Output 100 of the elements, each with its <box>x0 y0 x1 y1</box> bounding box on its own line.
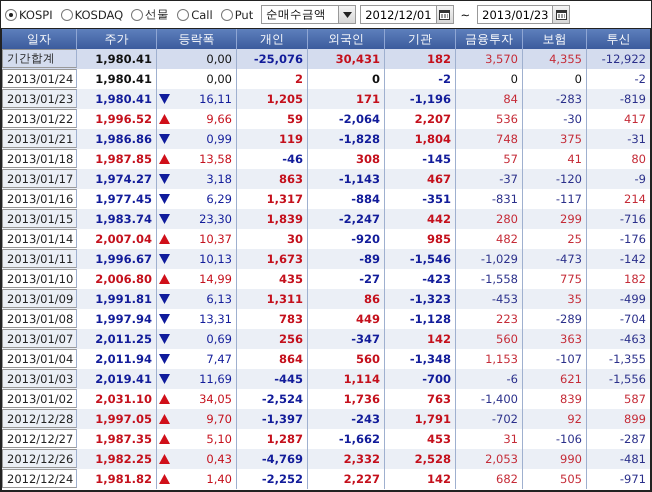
table-cell: 14,99 <box>199 272 232 286</box>
table-cell: 2013/01/08 <box>2 309 77 328</box>
table-cell: 13,31 <box>199 312 232 326</box>
table-cell: 1,986.86 <box>77 129 157 149</box>
table-cell: 1,991.81 <box>77 289 157 309</box>
table-cell: -2,247 <box>308 209 385 229</box>
market-radio[interactable]: Put <box>220 8 254 22</box>
up-triangle-icon <box>159 154 170 164</box>
table-cell: 10,13 <box>199 252 232 266</box>
table-cell-text: -142 <box>618 251 647 268</box>
table-cell: -1,323 <box>385 289 456 309</box>
table-cell: 3,18 <box>206 172 232 186</box>
table-cell: -1,029 <box>456 249 523 269</box>
down-triangle-icon <box>159 94 170 104</box>
date-field[interactable]: 2012/12/01 <box>360 5 454 24</box>
table-cell: 171 <box>308 89 385 109</box>
calendar-icon[interactable] <box>436 6 453 23</box>
table-cell: 1,982.25 <box>77 449 157 469</box>
table-cell: 1,205 <box>237 89 308 109</box>
table-cell-text: -1,556 <box>608 371 647 388</box>
up-triangle-icon <box>159 114 170 124</box>
table-cell: 1,839 <box>237 209 308 229</box>
down-triangle-icon <box>159 334 170 344</box>
down-triangle-icon <box>159 134 170 144</box>
table-cell-text: 214 <box>623 191 647 208</box>
table-cell: 0,00 <box>206 52 232 66</box>
table-cell: 2013/01/09 <box>2 289 77 308</box>
table-cell: -2,252 <box>237 469 308 489</box>
table-cell: 2,011.25 <box>77 329 157 349</box>
table-cell: 142 <box>385 469 456 489</box>
caret-icon <box>342 12 352 18</box>
table-cell: 2013/01/22 <box>2 109 77 128</box>
table-cell: 2,332 <box>308 449 385 469</box>
table-cell: -1,397 <box>237 409 308 429</box>
calendar-icon[interactable] <box>552 6 570 23</box>
table-cell: 6,13 <box>206 292 232 306</box>
market-radio[interactable]: 선물 <box>131 7 170 22</box>
table-cell: 10,37 <box>199 232 232 246</box>
column-header[interactable]: 일자 <box>2 29 77 49</box>
table-cell-text: -1,355 <box>608 351 647 368</box>
table-cell: 142 <box>385 329 456 349</box>
down-triangle-icon <box>159 174 170 184</box>
table-cell: 863 <box>237 169 308 189</box>
table-cell-text: -481 <box>618 451 647 468</box>
table-cell: 2,053 <box>456 449 523 469</box>
market-radio[interactable]: KOSPI <box>5 8 53 22</box>
table-cell: 748 <box>456 129 523 149</box>
date-field[interactable]: 2013/01/23 <box>477 5 570 24</box>
table-cell: 1,974.27 <box>77 169 157 189</box>
table-cell: 1,804 <box>385 129 456 149</box>
table-cell-text: -971 <box>618 471 647 488</box>
table-cell: 6,29 <box>206 192 232 206</box>
table-cell-text: 417 <box>623 111 647 128</box>
range-separator: ~ <box>460 8 472 22</box>
table-cell: -89 <box>308 249 385 269</box>
table-cell-text: -176 <box>618 231 647 248</box>
table-cell: -120 <box>523 169 587 189</box>
table-cell: 2013/01/03 <box>2 369 77 388</box>
table-cell: 1,311 <box>237 289 308 309</box>
table-cell: 2013/01/04 <box>2 349 77 368</box>
table-cell: 1,980.41 <box>77 89 157 109</box>
table-cell: 2013/01/02 <box>2 389 77 408</box>
table-cell: -283 <box>523 89 587 109</box>
table-cell: 2,227 <box>308 469 385 489</box>
down-triangle-icon <box>159 314 170 324</box>
table-cell: 256 <box>237 329 308 349</box>
table-cell: -700 <box>385 369 456 389</box>
table-cell: 2013/01/18 <box>2 149 77 168</box>
table-cell-text: -2 <box>634 71 647 88</box>
table-cell: 84 <box>456 89 523 109</box>
up-triangle-icon <box>159 414 170 424</box>
table-cell-text: -499 <box>618 291 647 308</box>
table-cell: 34,05 <box>199 392 232 406</box>
table-cell: -1,828 <box>308 129 385 149</box>
table-cell: 2012/12/26 <box>2 449 77 468</box>
table-cell: 1,997.05 <box>77 409 157 429</box>
up-triangle-icon <box>159 274 170 284</box>
table-cell: 5,10 <box>206 432 232 446</box>
table-cell-text: -704 <box>618 311 647 328</box>
table-cell-text: 182 <box>623 271 647 288</box>
table-cell: 92 <box>523 409 587 429</box>
table-cell: 0,43 <box>206 452 232 466</box>
table-cell: 2012/12/24 <box>2 469 77 488</box>
table-cell: 2,528 <box>385 449 456 469</box>
table-cell: -347 <box>308 329 385 349</box>
table-cell: -702 <box>456 409 523 429</box>
table-cell: 467 <box>385 169 456 189</box>
table-cell-text: -819 <box>618 91 647 108</box>
table-cell: 23,30 <box>199 212 232 226</box>
table-cell-text: -9 <box>634 171 647 188</box>
down-triangle-icon <box>159 374 170 384</box>
column-header[interactable]: 투신 <box>587 29 650 49</box>
table-cell: 기간합계 <box>2 49 77 68</box>
table-cell: 35 <box>523 289 587 309</box>
table-cell: 1,673 <box>237 249 308 269</box>
market-radio[interactable]: KOSDAQ <box>60 8 124 22</box>
table-cell: -243 <box>308 409 385 429</box>
table-cell: 375 <box>523 129 587 149</box>
measure-dropdown[interactable]: 순매수금액 <box>261 5 356 24</box>
market-radio[interactable]: Call <box>177 8 213 22</box>
